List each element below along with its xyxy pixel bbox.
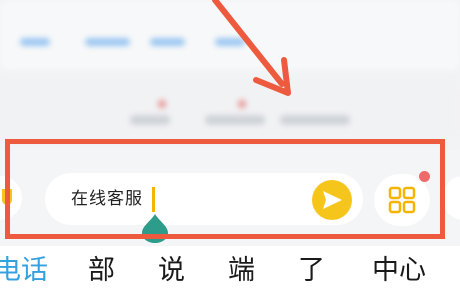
blurred-text-line xyxy=(205,115,265,125)
annotation-highlight-box xyxy=(5,139,445,239)
ime-candidate[interactable]: 了 xyxy=(298,253,325,289)
blurred-avatar xyxy=(238,100,246,108)
blurred-card xyxy=(0,0,460,70)
blurred-card xyxy=(0,80,460,140)
ime-candidate[interactable]: 说 xyxy=(158,253,185,289)
blurred-chip xyxy=(150,38,185,46)
blurred-chip xyxy=(215,38,245,46)
ime-candidate[interactable]: 中心 xyxy=(372,253,426,289)
blurred-text-line xyxy=(280,115,350,125)
blurred-avatar xyxy=(158,100,166,108)
blurred-text-line xyxy=(130,115,170,125)
ime-candidate[interactable]: 部 xyxy=(88,253,115,289)
screen: 在线客服 电话 部 说 端 了 中心 xyxy=(0,0,460,300)
ime-candidate[interactable]: 端 xyxy=(228,253,255,289)
blurred-chip xyxy=(20,38,50,46)
blurred-chip xyxy=(85,38,130,46)
blurred-chat-background xyxy=(0,0,460,150)
ime-candidate[interactable]: 电话 xyxy=(0,253,48,289)
